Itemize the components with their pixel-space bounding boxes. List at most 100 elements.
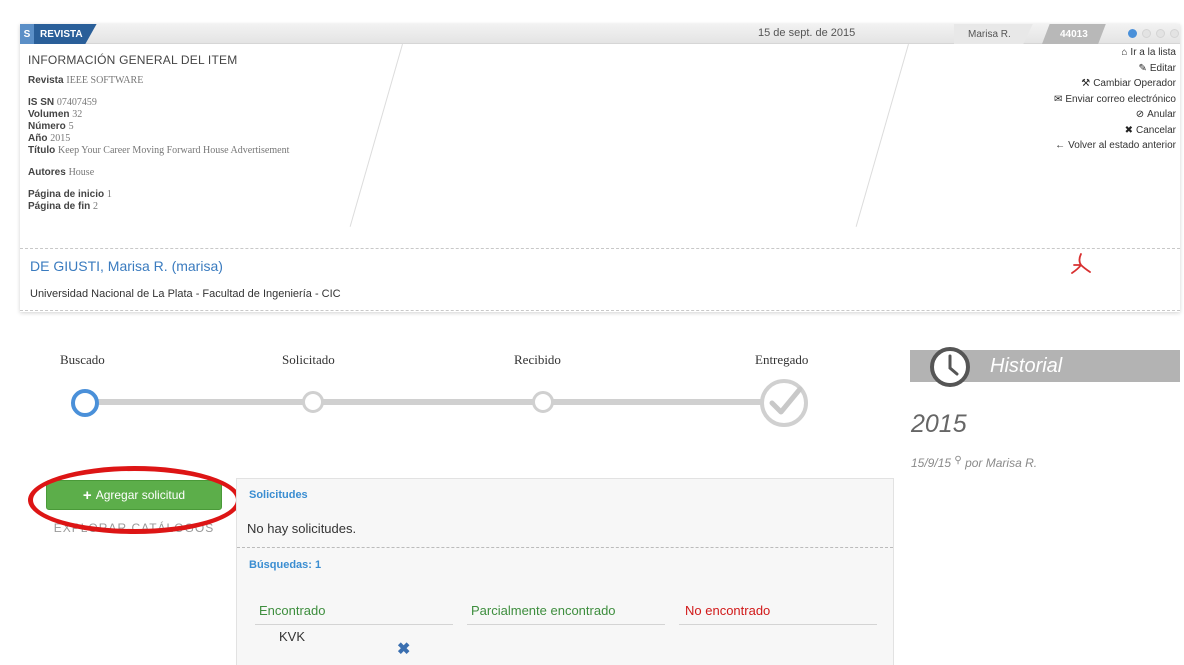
field-value: 2 — [93, 201, 99, 212]
field-value: Keep Your Career Moving Forward House Ad… — [58, 145, 290, 156]
action-label: Volver al estado anterior — [1068, 140, 1176, 151]
column-underline — [255, 624, 453, 625]
column-partial: Parcialmente encontrado — [471, 603, 616, 618]
action-label: Cancelar — [1135, 124, 1176, 136]
field-label: Volumen — [28, 109, 70, 120]
step-node — [302, 391, 324, 413]
divider — [855, 44, 909, 227]
check-icon — [760, 379, 808, 427]
field-anio: Año 2015 — [28, 133, 289, 145]
step-node — [532, 391, 554, 413]
field-issn: IS SN 07407459 — [28, 97, 289, 109]
status-dot — [1170, 29, 1179, 38]
action-label: Ir a la lista — [1130, 47, 1176, 58]
close-icon: ✖ — [1124, 124, 1133, 136]
divider — [20, 248, 1180, 249]
step-node-current — [71, 389, 99, 417]
field-label: Título — [28, 145, 56, 156]
found-item: KVK — [279, 629, 306, 644]
step-label-buscado: Buscado — [60, 352, 105, 367]
requests-panel: Solicitudes No hay solicitudes. Búsqueda… — [236, 478, 894, 665]
field-value: 2015 — [50, 133, 71, 144]
home-icon: ⌂ — [1121, 47, 1128, 58]
column-not-found: No encontrado — [685, 603, 771, 618]
entry-author: por Marisa R. — [965, 456, 1038, 470]
action-label: Enviar correo electrónico — [1065, 93, 1176, 105]
field-value: 5 — [68, 121, 74, 132]
field-label: Página de fin — [28, 201, 91, 212]
historial-year: 2015 — [911, 410, 967, 438]
item-card: S REVISTA 15 de sept. de 2015 Marisa R. … — [20, 24, 1180, 312]
divider — [237, 547, 893, 548]
actions-menu: ⌂ Ir a la lista ✎ Editar ⚒ Cambiar Opera… — [1054, 45, 1176, 154]
type-label: REVISTA — [34, 24, 97, 44]
progress-track — [88, 399, 788, 405]
pencil-icon: ✎ — [1138, 62, 1147, 74]
previous-state-link[interactable]: ← Volver al estado anterior — [1054, 138, 1176, 154]
field-label: Página de inicio — [28, 189, 105, 200]
field-label: Número — [28, 121, 66, 132]
field-titulo: Título Keep Your Career Moving Forward H… — [28, 145, 289, 157]
column-found: Encontrado — [259, 603, 326, 618]
item-info: INFORMACIÓN GENERAL DEL ITEM Revista IEE… — [28, 54, 289, 213]
action-label: Editar — [1149, 62, 1176, 74]
field-numero: Número 5 — [28, 121, 289, 133]
field-value: 1 — [106, 189, 112, 200]
requests-empty-text: No hay solicitudes. — [247, 521, 357, 536]
header-date: 15 de sept. de 2015 — [758, 27, 856, 39]
field-label: IS SN — [28, 97, 55, 108]
historial-title: Historial — [990, 355, 1063, 377]
status-dot — [1142, 29, 1151, 38]
action-label: Anular — [1147, 109, 1176, 120]
envelope-icon: ✉ — [1054, 93, 1063, 105]
send-email-link[interactable]: ✉ Enviar correo electrónico — [1054, 92, 1176, 108]
field-value: IEEE SOFTWARE — [66, 75, 144, 86]
wrench-icon: ⚒ — [1081, 78, 1091, 89]
historial-entry[interactable]: 15/9/15 ⚲ por Marisa R. — [911, 455, 1037, 470]
status-dot — [1156, 29, 1165, 38]
item-id-tab[interactable]: 44013 — [1042, 24, 1106, 44]
step-label-entregado: Entregado — [755, 352, 809, 367]
field-pagina-fin: Página de fin 2 — [28, 201, 289, 213]
field-label: Revista — [28, 75, 64, 86]
field-label: Autores — [28, 167, 66, 178]
ban-icon: ⊘ — [1135, 109, 1145, 120]
field-value: 32 — [72, 109, 83, 120]
user-name-link[interactable]: DE GIUSTI, Marisa R. (marisa) — [30, 258, 223, 274]
clock-icon — [928, 345, 972, 394]
institution-label: Universidad Nacional de La Plata - Facul… — [30, 288, 341, 300]
field-pagina-inicio: Página de inicio 1 — [28, 189, 289, 201]
searches-title: Búsquedas: 1 — [249, 559, 322, 571]
action-label: Cambiar Operador — [1093, 78, 1176, 89]
entry-date: 15/9/15 — [911, 456, 952, 470]
card-topbar: S REVISTA 15 de sept. de 2015 Marisa R. … — [20, 24, 1180, 44]
step-label-recibido: Recibido — [514, 352, 561, 367]
info-heading: INFORMACIÓN GENERAL DEL ITEM — [28, 53, 238, 67]
field-label: Año — [28, 133, 48, 144]
field-value: 07407459 — [56, 97, 97, 108]
divider — [349, 44, 403, 227]
requests-title: Solicitudes — [249, 489, 308, 501]
pdf-icon[interactable] — [1070, 252, 1092, 281]
field-volumen: Volumen 32 — [28, 109, 289, 121]
change-operator-link[interactable]: ⚒ Cambiar Operador — [1054, 76, 1176, 92]
field-autores: Autores House — [28, 167, 289, 179]
divider — [20, 310, 1180, 311]
type-letter: S — [20, 24, 34, 44]
status-dots — [1128, 29, 1179, 38]
remove-icon[interactable]: ✖ — [397, 639, 410, 659]
go-to-list-link[interactable]: ⌂ Ir a la lista — [1054, 45, 1176, 61]
cancel-link[interactable]: ✖ Cancelar — [1054, 123, 1176, 139]
arrow-left-icon: ← — [1055, 140, 1066, 151]
void-link[interactable]: ⊘ Anular — [1054, 107, 1176, 123]
type-badge: S REVISTA — [20, 24, 97, 44]
status-dot-active — [1128, 29, 1137, 38]
field-revista: Revista IEEE SOFTWARE — [28, 75, 289, 87]
step-label-solicitado: Solicitado — [282, 352, 335, 367]
magnifier-icon[interactable]: ⚲ — [954, 455, 961, 466]
field-value: House — [68, 167, 95, 178]
column-underline — [467, 624, 665, 625]
highlight-circle — [28, 466, 241, 534]
user-tab[interactable]: Marisa R. — [954, 24, 1033, 44]
edit-link[interactable]: ✎ Editar — [1054, 61, 1176, 77]
